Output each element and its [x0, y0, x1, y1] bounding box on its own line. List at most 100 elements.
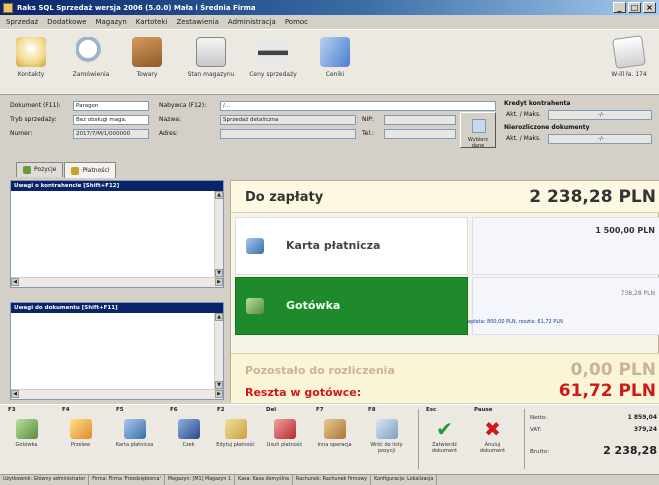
edit-icon [224, 419, 247, 439]
nabywca-field[interactable]: /… [220, 101, 496, 111]
fkey-edytuj-button[interactable]: F2 Edytuj płatność [215, 407, 256, 471]
app-icon [3, 2, 13, 13]
status-company: Firma: Firma 'Przedsiębiorca' [89, 475, 165, 485]
fkey-karta-button[interactable]: F5 Karta płatnicza [114, 407, 155, 471]
scroll-right-icon[interactable]: ▶ [215, 278, 223, 286]
fkey-usun-button[interactable]: Del Usuń płatność [264, 407, 305, 471]
fkey-wroc-button[interactable]: F8 Wróć do listy pozycji [366, 407, 407, 471]
toolbar-label: Ceny sprzedaży [249, 71, 297, 78]
scroll-left-icon[interactable]: ◀ [11, 278, 19, 286]
vertical-scrollbar[interactable]: ▲ ▼ [214, 313, 223, 389]
toolbar-stan-magazynu-button[interactable]: Stan magazynu [186, 34, 236, 92]
person-card-icon [472, 119, 486, 133]
toolbar-label: Kontakty [17, 71, 45, 78]
payment-card-amount: 1 500,00 PLN [595, 226, 655, 235]
fkey-label: Zatwierdź dokument [431, 442, 458, 454]
close-button[interactable]: × [643, 2, 656, 13]
fkey-gotowka-button[interactable]: F3 Gotówka [6, 407, 47, 471]
payment-cash-method[interactable]: Gotówka [235, 277, 468, 335]
fkey-shortcut: F4 [62, 407, 70, 413]
menu-magazyn[interactable]: Magazyn [95, 18, 126, 26]
toolbar-towary-button[interactable]: Towary [122, 34, 172, 92]
payment-cash-row[interactable]: Gotówka 738,28 PLN [235, 277, 659, 335]
payment-card-label: Karta płatnicza [286, 239, 381, 252]
fkey-zatwierdz-button[interactable]: Esc ✔ Zatwierdź dokument [424, 407, 465, 471]
scroll-down-icon[interactable]: ▼ [215, 269, 223, 277]
tryb-select[interactable]: Bez obsługi maga. [73, 115, 149, 125]
tab-pozycje[interactable]: Pozycje [16, 162, 64, 177]
toolbar-zamowienia-button[interactable]: Zamówienia [66, 34, 116, 92]
toolbar-kontakty-button[interactable]: Kontakty [6, 34, 56, 92]
nazwa-label: Nazwa: [159, 116, 181, 123]
money-icon [15, 419, 38, 439]
fkey-shortcut: F8 [368, 407, 376, 413]
menu-zestawienia[interactable]: Zestawienia [176, 18, 218, 26]
tab-pozycje-label: Pozycje [34, 166, 57, 173]
status-config: Konfiguracje: Lokalizacja [371, 475, 438, 485]
document-info-panel: Dokument (F11): Paragon Tryb sprzedaży: … [0, 96, 659, 154]
menu-bar: Sprzedaż Dodatkowe Magazyn Kartoteki Zes… [0, 15, 659, 29]
toolbar-label: W-ill ła. 174 [611, 71, 647, 78]
fkey-label: Karta płatnicza [115, 442, 154, 448]
status-cashbox: Kasa: Kasa domyślna [235, 475, 293, 485]
toolbar-label: Stan magazynu [187, 71, 235, 78]
choose-data-button[interactable]: Wybierz dane [460, 112, 496, 149]
menu-kartoteki[interactable]: Kartoteki [136, 18, 168, 26]
vertical-scrollbar[interactable]: ▲ ▼ [214, 191, 223, 277]
fkey-shortcut: Esc [426, 407, 437, 413]
toolbar-print-button[interactable]: W-ill ła. 174 [604, 34, 654, 92]
function-key-bar: F3 Gotówka F4 Przelew F5 Karta płatnicza… [0, 404, 659, 474]
vat-label: VAT: [530, 427, 542, 433]
toolbar-ceniki-button[interactable]: Ceniki [310, 34, 360, 92]
fkey-przelew-button[interactable]: F4 Przelew [60, 407, 101, 471]
maximize-button[interactable]: □ [628, 2, 641, 13]
adres-field[interactable] [220, 129, 356, 139]
payment-card-values[interactable]: 1 500,00 PLN [472, 217, 659, 275]
credit-title: Kredyt kontrahenta [504, 100, 571, 107]
customer-notes-panel: Uwagi o kontrahencie [Shift+F12] ▲ ▼ ◀ ▶ [10, 180, 224, 288]
change-label: Reszta w gotówce: [245, 386, 362, 399]
payment-cash-values[interactable]: 738,28 PLN [472, 277, 659, 335]
fkey-label: Edytuj płatność [216, 442, 255, 448]
cancel-icon: ✖ [484, 417, 501, 441]
unsettled-akt-label: Akt. / Maks. [506, 135, 542, 142]
status-warehouse: Magazyn: [M1] Magazyn 1 [165, 475, 236, 485]
payment-card-method[interactable]: Karta płatnicza [235, 217, 468, 275]
card-icon [246, 238, 264, 254]
remaining-label: Pozostało do rozliczenia [245, 364, 395, 377]
tryb-label: Tryb sprzedaży: [10, 116, 57, 123]
fkey-shortcut: F2 [217, 407, 225, 413]
tel-field[interactable] [384, 129, 456, 139]
scroll-up-icon[interactable]: ▲ [215, 313, 223, 321]
nazwa-field[interactable]: Sprzedaż detaliczna [220, 115, 356, 125]
tab-platnosci[interactable]: Płatności [64, 162, 117, 178]
fkey-czek-button[interactable]: F6 Czek [168, 407, 209, 471]
window-title: Raks SQL Sprzedaż wersja 2006 (5.0.0) Ma… [17, 3, 256, 12]
menu-administracja[interactable]: Administracja [228, 18, 276, 26]
horizontal-scrollbar[interactable]: ◀ ▶ [11, 389, 223, 399]
fkey-anuluj-button[interactable]: Pause ✖ Anuluj dokument [472, 407, 513, 471]
credit-akt-label: Akt. / Maks. [506, 111, 542, 118]
scroll-down-icon[interactable]: ▼ [215, 381, 223, 389]
horizontal-scrollbar[interactable]: ◀ ▶ [11, 277, 223, 287]
minimize-button[interactable]: _ [613, 2, 626, 13]
menu-dodatkowe[interactable]: Dodatkowe [47, 18, 86, 26]
fkey-inna-operacja-button[interactable]: F7 Inna operacja [314, 407, 355, 471]
scroll-right-icon[interactable]: ▶ [215, 390, 223, 398]
vat-value: 379,24 [633, 426, 657, 433]
toolbar-ceny-button[interactable]: Ceny sprzedaży [248, 34, 298, 92]
dokument-select[interactable]: Paragon [73, 101, 149, 111]
nip-field[interactable] [384, 115, 456, 125]
document-notes-header: Uwagi do dokumentu [Shift+F11] [11, 303, 223, 313]
price-icon [258, 37, 288, 67]
scroll-left-icon[interactable]: ◀ [11, 390, 19, 398]
fkey-shortcut: F5 [116, 407, 124, 413]
menu-sprzedaz[interactable]: Sprzedaż [6, 18, 38, 26]
box-icon [323, 419, 346, 439]
document-notes-panel: Uwagi do dokumentu [Shift+F11] ▲ ▼ ◀ ▶ [10, 302, 224, 400]
numer-field[interactable]: 2017/7/M/1/000000 [73, 129, 149, 139]
scroll-up-icon[interactable]: ▲ [215, 191, 223, 199]
payment-card-row[interactable]: Karta płatnicza 1 500,00 PLN [235, 217, 659, 275]
amount-due-row: Do zapłaty 2 238,28 PLN [231, 181, 659, 213]
menu-pomoc[interactable]: Pomoc [285, 18, 308, 26]
